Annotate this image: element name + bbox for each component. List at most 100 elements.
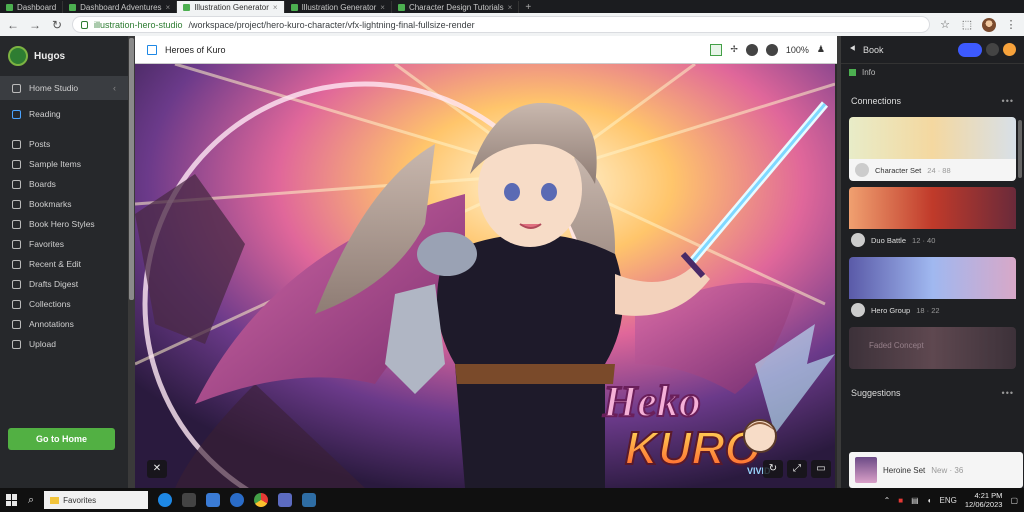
home-icon <box>12 83 21 93</box>
fit-icon[interactable]: ▭ <box>811 460 831 478</box>
clock[interactable]: 4:21 PM 12/06/2023 <box>965 491 1003 509</box>
sidebar-item-collections[interactable]: Collections <box>0 294 128 314</box>
user-icon[interactable]: ♟ <box>817 44 825 55</box>
card-stats: 24 · 88 <box>927 165 951 175</box>
grid-icon[interactable] <box>147 44 157 55</box>
sidebar-item-bookmarks[interactable]: Bookmarks <box>0 194 128 214</box>
sidebar-item-book-hero-styles[interactable]: Book Hero Styles <box>0 214 128 234</box>
panel-sub-label: Info <box>862 68 876 77</box>
sidebar-scrollbar[interactable] <box>128 36 135 488</box>
sidebar-item-posts[interactable]: Posts <box>0 134 128 154</box>
collection-icon <box>12 299 21 309</box>
brand[interactable]: Hugos <box>0 36 128 76</box>
sidebar-item-drafts[interactable]: Drafts Digest <box>0 274 128 294</box>
profile-avatar[interactable] <box>982 17 996 32</box>
clock-icon <box>12 259 21 269</box>
volume-icon[interactable]: ◖ <box>927 496 932 505</box>
collapse-icon[interactable]: ⯇ <box>849 44 857 55</box>
browser-tab-active[interactable]: Illustration Generator × <box>177 1 285 13</box>
card-thumbnail: Faded Concept <box>849 327 1016 369</box>
menu-icon[interactable]: ⋮ <box>1004 18 1018 32</box>
toggle-switch[interactable] <box>958 42 982 57</box>
close-icon[interactable]: ✕ <box>147 460 167 478</box>
browser-tab[interactable]: Dashboard <box>0 1 64 13</box>
chevron-up-icon[interactable]: ⌃ <box>884 496 891 505</box>
browser-tab[interactable]: Dashboard Adventures × <box>63 1 178 13</box>
extension-icon[interactable]: ⬚ <box>960 18 974 32</box>
section-title: Connections ••• <box>841 91 1024 111</box>
url-path: /workspace/project/hero-kuro-character/v… <box>188 19 475 30</box>
list-item[interactable]: Character Set 24 · 88 <box>849 117 1016 181</box>
expand-icon[interactable]: ⤢ <box>787 460 807 478</box>
browser-tab[interactable]: Illustration Generator × <box>285 1 392 13</box>
scrollbar-thumb[interactable] <box>129 38 134 300</box>
sidebar-item-label: Posts <box>29 139 51 149</box>
upload-icon <box>12 339 21 349</box>
reload-button[interactable]: ↻ <box>50 18 64 32</box>
taskbar-search-box[interactable]: Favorites <box>44 491 149 509</box>
list-item[interactable]: Hero Group 18 · 22 <box>849 257 1016 321</box>
sidebar-item-home[interactable]: Home Studio ‹ <box>0 76 128 100</box>
more-icon[interactable]: ••• <box>1002 388 1014 398</box>
sidebar-item-favorites[interactable]: Favorites <box>0 234 128 254</box>
card-title: Duo Battle <box>871 235 907 245</box>
section-title-label: Suggestions <box>851 388 901 398</box>
tab-favicon <box>6 3 13 11</box>
sidebar-item-label: Reading <box>29 109 61 119</box>
close-tab-icon[interactable]: × <box>273 3 278 12</box>
zoom-label[interactable]: 100% <box>786 45 809 55</box>
more-icon[interactable]: ••• <box>1002 96 1014 106</box>
browser-tab-strip: Dashboard Dashboard Adventures × Illustra… <box>0 0 1024 13</box>
artwork-image: Heko KURO VIVID ✕ ↻ ⤢ ▭ <box>135 64 835 488</box>
address-bar[interactable]: illustration-hero-studio /workspace/proj… <box>72 16 930 33</box>
mail-app-icon[interactable] <box>278 493 293 507</box>
card-thumbnail <box>849 117 1016 159</box>
taskbar-search-label: Favorites <box>63 495 97 505</box>
panel-scrollbar[interactable] <box>1018 120 1022 178</box>
sidebar-item-boards[interactable]: Boards <box>0 174 128 194</box>
suggestion-item[interactable]: Heroine Set New · 36 <box>849 452 1023 488</box>
settings-icon[interactable] <box>986 42 999 56</box>
network-icon[interactable]: ▤ <box>911 496 919 505</box>
user-avatar[interactable] <box>1003 42 1016 56</box>
edge-app-icon[interactable] <box>230 493 245 507</box>
save-icon[interactable] <box>710 43 723 56</box>
chrome-app-icon[interactable] <box>254 493 269 507</box>
sidebar-item-reading[interactable]: Reading <box>0 104 128 124</box>
image-icon <box>12 199 21 209</box>
list-item[interactable]: Faded Concept <box>849 327 1016 369</box>
sidebar-item-recent[interactable]: Recent & Edit <box>0 254 128 274</box>
sidebar-item-annotations[interactable]: Annotations <box>0 314 128 334</box>
close-tab-icon[interactable]: × <box>508 3 513 12</box>
go-home-button[interactable]: Go to Home <box>8 428 115 450</box>
alert-icon[interactable]: ■ <box>898 496 903 505</box>
store-app-icon[interactable] <box>206 493 221 507</box>
notification-icon[interactable]: ▢ <box>1010 496 1018 505</box>
card-thumbnail <box>849 257 1016 299</box>
close-tab-icon[interactable]: × <box>380 3 385 12</box>
rotate-icon[interactable]: ↻ <box>763 460 783 478</box>
sidebar-item-label: Boards <box>29 179 56 189</box>
settings-app-icon[interactable] <box>302 493 317 507</box>
sidebar-item-sample-items[interactable]: Sample Items <box>0 154 128 174</box>
tab-label: Illustration Generator <box>194 2 269 12</box>
info-icon[interactable] <box>745 43 758 56</box>
folder-icon <box>12 239 21 249</box>
browser-tab[interactable]: Character Design Tutorials × <box>392 1 520 13</box>
browser-app-icon[interactable] <box>158 493 173 507</box>
sidebar-item-upload[interactable]: Upload <box>0 334 128 354</box>
start-button[interactable] <box>6 494 18 506</box>
explorer-app-icon[interactable] <box>182 493 197 507</box>
back-button[interactable]: ← <box>6 18 20 32</box>
new-tab-button[interactable]: + <box>519 2 537 13</box>
image-viewer: Heroes of Kuro ✢ 100% ♟ Heko KURO VIVID … <box>135 36 837 488</box>
share-icon[interactable]: ✢ <box>730 44 738 55</box>
sidebar-item-label: Favorites <box>29 239 64 249</box>
forward-button[interactable]: → <box>28 18 42 32</box>
list-item[interactable]: Duo Battle 12 · 40 <box>849 187 1016 251</box>
settings-icon[interactable] <box>765 43 778 56</box>
close-tab-icon[interactable]: × <box>166 3 171 12</box>
search-icon[interactable]: ⌕ <box>28 494 34 507</box>
star-icon[interactable]: ☆ <box>938 18 952 32</box>
language-label[interactable]: ENG <box>940 496 957 505</box>
